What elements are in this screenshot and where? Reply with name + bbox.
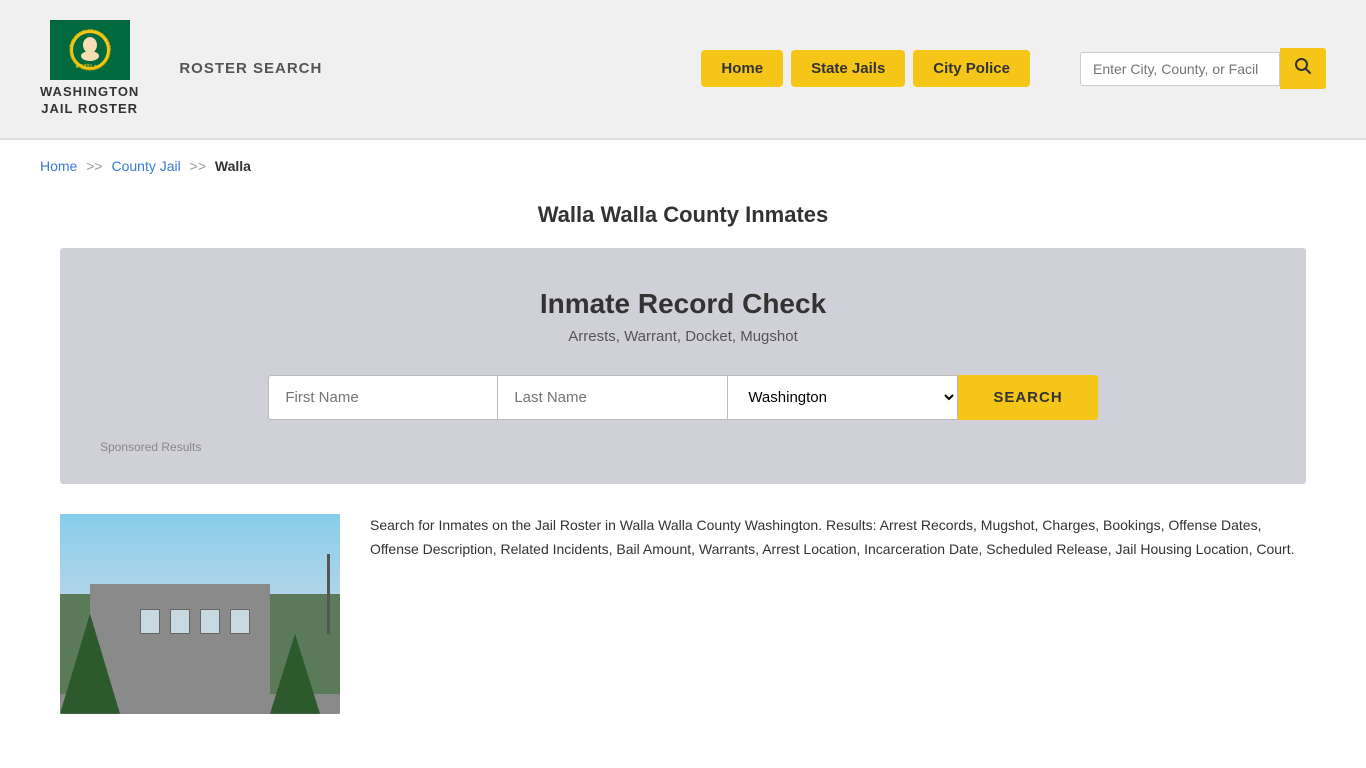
inmate-search-button[interactable]: SEARCH [958,375,1097,420]
breadcrumb-current: Walla [215,158,251,174]
record-check-box: Inmate Record Check Arrests, Warrant, Do… [60,248,1306,484]
roster-search-label: ROSTER SEARCH [179,60,322,77]
nav-area: Home State Jails City Police [701,50,1030,87]
header-search-input[interactable] [1080,52,1280,86]
breadcrumb-county-jail-link[interactable]: County Jail [112,158,181,174]
city-police-nav-button[interactable]: City Police [913,50,1030,87]
logo-title: WASHINGTON JAIL ROSTER [40,84,139,118]
record-check-title: Inmate Record Check [90,288,1276,320]
state-select[interactable]: AlabamaAlaskaArizonaArkansasCaliforniaCo… [728,375,958,420]
logo-flag-icon: THE STATE OF WASHINGTON ★ 1889 ★ [50,20,130,80]
header-search-bar [1080,48,1326,89]
window-4 [230,609,250,634]
breadcrumb-sep-2: >> [190,158,206,174]
svg-text:★ 1889 ★: ★ 1889 ★ [75,64,98,70]
description-text: Search for Inmates on the Jail Roster in… [370,514,1306,562]
logo-link[interactable]: THE STATE OF WASHINGTON ★ 1889 ★ WASHING… [40,20,139,118]
record-check-subtitle: Arrests, Warrant, Docket, Mugshot [90,328,1276,345]
state-jails-nav-button[interactable]: State Jails [791,50,905,87]
breadcrumb: Home >> County Jail >> Walla [0,140,1366,192]
sponsored-label: Sponsored Results [90,440,1276,454]
window-3 [200,609,220,634]
last-name-input[interactable] [498,375,728,420]
bottom-section: Search for Inmates on the Jail Roster in… [0,484,1366,744]
home-nav-button[interactable]: Home [701,50,783,87]
breadcrumb-sep-1: >> [86,158,102,174]
page-title: Walla Walla County Inmates [0,192,1366,248]
building-structure [90,584,270,694]
window-2 [170,609,190,634]
tree-right [270,634,320,714]
header: THE STATE OF WASHINGTON ★ 1889 ★ WASHING… [0,0,1366,138]
building-image [60,514,340,714]
first-name-input[interactable] [268,375,498,420]
search-icon [1294,57,1312,75]
breadcrumb-home-link[interactable]: Home [40,158,77,174]
window-1 [140,609,160,634]
inmate-search-form: AlabamaAlaskaArizonaArkansasCaliforniaCo… [90,375,1276,420]
power-line [327,554,330,634]
header-search-button[interactable] [1280,48,1326,89]
building-windows [140,609,250,634]
